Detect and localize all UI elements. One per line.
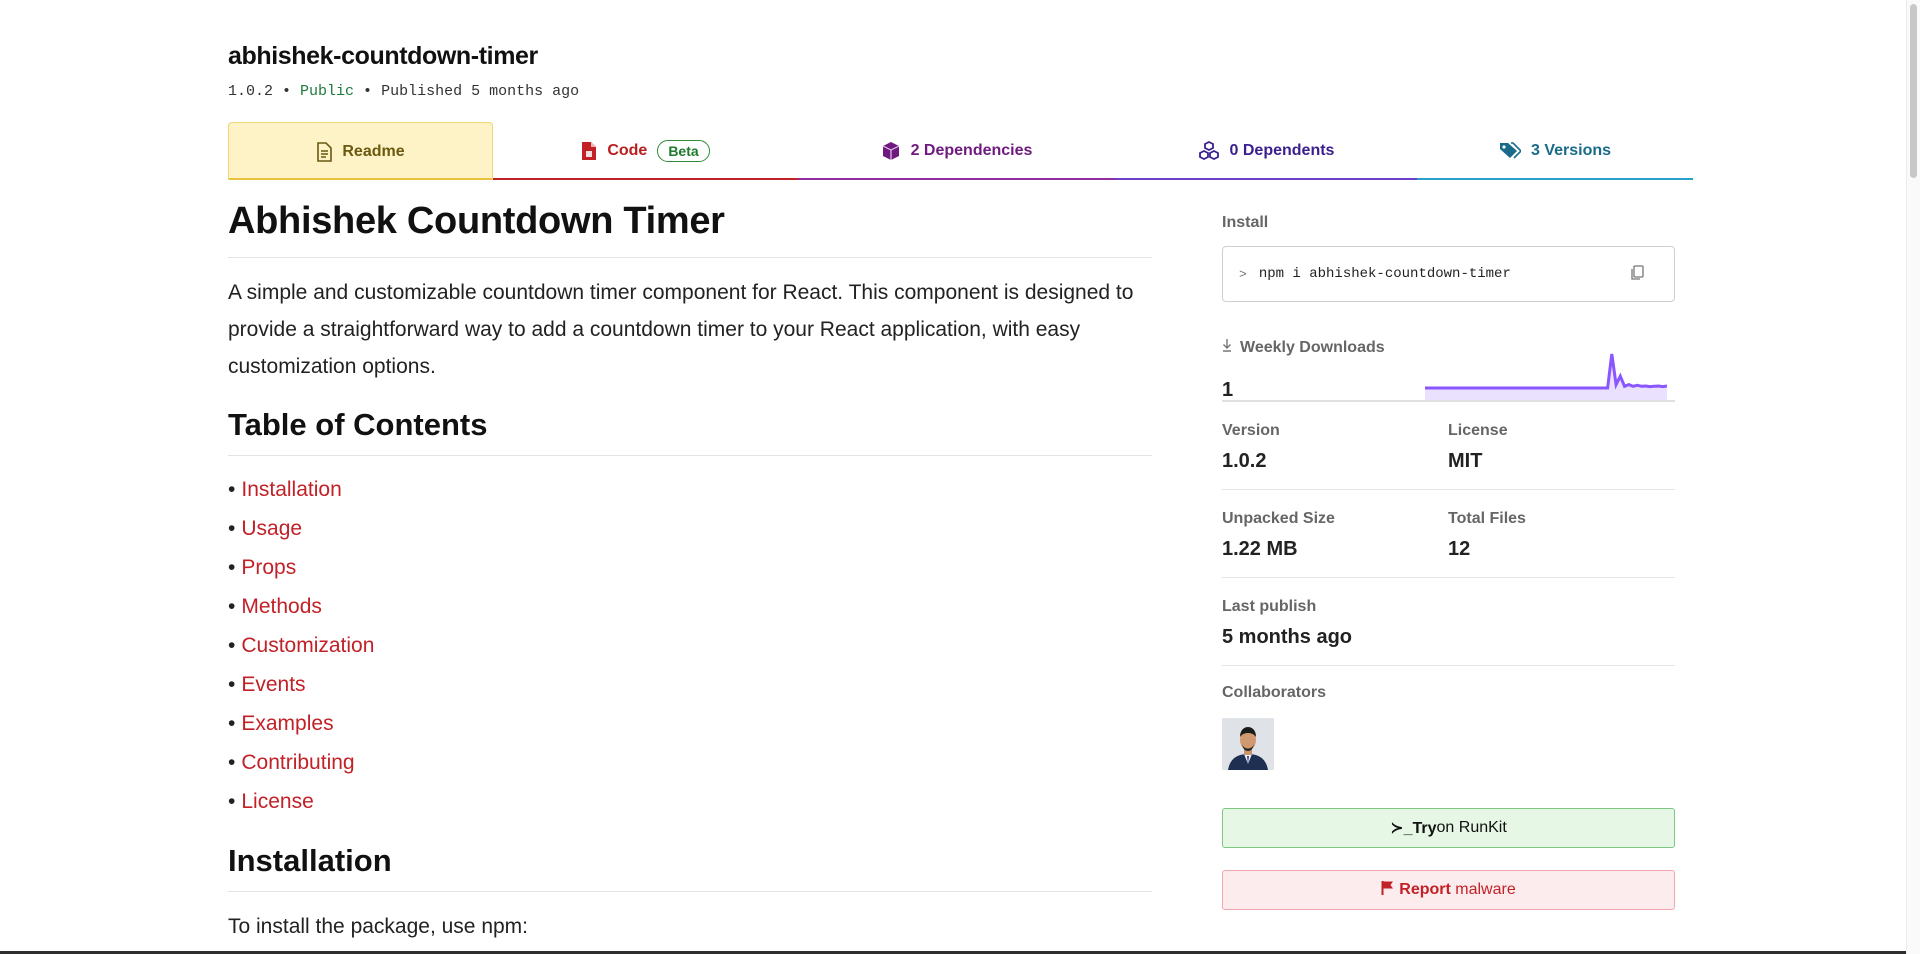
install-label: Install: [1222, 214, 1269, 231]
package-sidebar: Install > npm i abhishek-countdown-timer…: [1222, 214, 1675, 910]
toc-item: License: [228, 782, 1152, 821]
table-of-contents: Installation Usage Props Methods Customi…: [228, 470, 1152, 821]
license-stat: License MIT: [1448, 402, 1675, 490]
last-publish-label: Last publish: [1222, 598, 1317, 615]
tab-code-label: Code: [607, 142, 648, 159]
toc-item: Usage: [228, 509, 1152, 548]
toc-item: Customization: [228, 626, 1152, 665]
readme-intro: A simple and customizable countdown time…: [228, 281, 1134, 378]
meta-separator: •: [273, 83, 301, 100]
tab-dependencies-label: 2 Dependencies: [910, 142, 1033, 159]
unpacked-size-value: 1.22 MB: [1222, 538, 1298, 560]
last-publish-value: 5 months ago: [1222, 626, 1353, 648]
toc-item: Props: [228, 548, 1152, 587]
toc-heading: Table of Contents: [228, 407, 1152, 456]
weekly-downloads: Weekly Downloads 1: [1222, 338, 1675, 402]
runkit-suffix-label: on RunKit: [1436, 819, 1507, 836]
weekly-downloads-label: Weekly Downloads: [1240, 338, 1385, 356]
toc-item: Events: [228, 665, 1152, 704]
tab-readme-label: Readme: [342, 142, 405, 160]
report-suffix-label: malware: [1450, 881, 1516, 898]
toc-link-props[interactable]: Props: [241, 556, 296, 579]
page-scrollbar[interactable]: [1906, 0, 1920, 954]
installation-text: To install the package, use npm:: [228, 915, 529, 938]
package-version: 1.0.2: [228, 83, 274, 100]
toc-link-customization[interactable]: Customization: [241, 634, 374, 657]
beta-badge: Beta: [657, 140, 710, 162]
install-command[interactable]: npm i abhishek-countdown-timer: [1259, 266, 1511, 282]
total-files-value: 12: [1448, 538, 1471, 560]
package-name: abhishek-countdown-timer: [228, 42, 538, 70]
npm-package-page: abhishek-countdown-timer 1.0.2 • Public …: [0, 0, 1920, 954]
unpacked-size-stat: Unpacked Size 1.22 MB: [1222, 490, 1448, 578]
version-stat: Version 1.0.2: [1222, 402, 1448, 490]
sparkline-area: [1425, 354, 1667, 400]
toc-link-usage[interactable]: Usage: [241, 517, 302, 540]
readme-content: Abhishek Countdown Timer A simple and cu…: [228, 200, 1152, 945]
toc-link-license[interactable]: License: [241, 790, 313, 813]
tab-dependencies[interactable]: 2 Dependencies: [798, 122, 1115, 180]
copy-icon[interactable]: [1630, 265, 1644, 286]
flag-icon: [1381, 880, 1395, 901]
boxes-icon: [1198, 141, 1220, 161]
terminal-prompt-icon: >: [1239, 266, 1247, 282]
download-icon: [1222, 338, 1232, 357]
installation-heading: Installation: [228, 843, 1152, 892]
toc-item: Contributing: [228, 743, 1152, 782]
scrollbar-thumb[interactable]: [1910, 4, 1917, 178]
meta-separator: •: [354, 83, 382, 100]
install-command-box[interactable]: > npm i abhishek-countdown-timer: [1222, 246, 1675, 302]
collaborators-label: Collaborators: [1222, 684, 1327, 701]
toc-link-installation[interactable]: Installation: [241, 478, 341, 501]
unpacked-size-label: Unpacked Size: [1222, 510, 1335, 527]
total-files-label: Total Files: [1448, 510, 1526, 527]
toc-link-contributing[interactable]: Contributing: [241, 751, 354, 774]
code-file-icon: [581, 141, 597, 161]
tab-code[interactable]: Code Beta: [493, 122, 798, 180]
avatar[interactable]: [1222, 718, 1274, 770]
tab-dependents[interactable]: 0 Dependents: [1115, 122, 1417, 180]
version-value: 1.0.2: [1222, 450, 1267, 472]
try-on-runkit-button[interactable]: ≻_Try on RunKit: [1222, 808, 1675, 848]
readme-icon: [316, 141, 333, 162]
published-date: Published 5 months ago: [381, 83, 580, 100]
tags-icon: [1499, 142, 1521, 160]
tab-readme[interactable]: Readme: [228, 122, 493, 180]
tab-versions[interactable]: 3 Versions: [1417, 122, 1693, 180]
license-value: MIT: [1448, 450, 1483, 472]
tab-versions-label: 3 Versions: [1530, 142, 1612, 159]
toc-link-examples[interactable]: Examples: [241, 712, 333, 735]
package-tabs: Readme Code Beta 2 Dependencies 0 Depend…: [228, 122, 1693, 180]
box-icon: [881, 141, 901, 161]
readme-title: Abhishek Countdown Timer: [228, 200, 1152, 258]
report-label: Report: [1399, 881, 1451, 898]
license-label: License: [1448, 422, 1508, 439]
runkit-try-label: ≻_Try: [1390, 820, 1437, 837]
toc-link-events[interactable]: Events: [241, 673, 305, 696]
toc-item: Methods: [228, 587, 1152, 626]
visibility-label: Public: [300, 83, 355, 100]
version-label: Version: [1222, 422, 1280, 439]
total-files-stat: Total Files 12: [1448, 490, 1675, 578]
package-meta: 1.0.2 • Public • Published 5 months ago: [228, 83, 579, 100]
package-header: abhishek-countdown-timer 1.0.2 • Public …: [228, 42, 579, 100]
toc-item: Examples: [228, 704, 1152, 743]
toc-link-methods[interactable]: Methods: [241, 595, 322, 618]
sparkline-line: [1425, 353, 1667, 390]
collaborators: Collaborators: [1222, 666, 1675, 770]
last-publish-stat: Last publish 5 months ago: [1222, 578, 1675, 666]
toc-item: Installation: [228, 470, 1152, 509]
report-malware-button[interactable]: Report malware: [1222, 870, 1675, 910]
downloads-sparkline: [1425, 353, 1667, 400]
package-stats: Version 1.0.2 License MIT Unpacked Size …: [1222, 402, 1675, 666]
tab-dependents-label: 0 Dependents: [1229, 142, 1335, 159]
